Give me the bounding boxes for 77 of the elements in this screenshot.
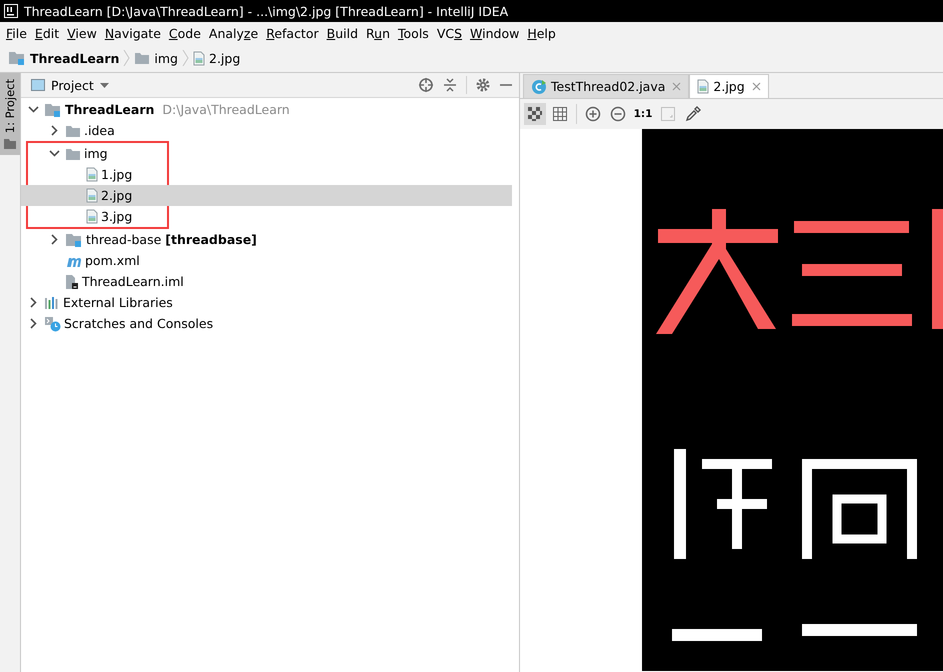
chevron-right-icon[interactable]: [50, 234, 58, 245]
tree-row[interactable]: img: [21, 143, 512, 164]
tree-label: 2.jpg: [101, 188, 132, 203]
menu-item[interactable]: Navigate: [100, 26, 165, 40]
tree-label: img: [84, 146, 108, 161]
tree-label: pom.xml: [85, 253, 140, 268]
chevron-separator-icon: [182, 50, 189, 66]
tree-row[interactable]: .idea: [21, 120, 519, 141]
tree-row[interactable]: ThreadLearn.iml: [21, 271, 519, 292]
folder-module-icon: [44, 102, 62, 118]
menu-item[interactable]: Help: [523, 26, 560, 40]
menu-item[interactable]: Run: [362, 26, 394, 40]
scratch-clock-icon: [44, 316, 61, 332]
close-icon[interactable]: [752, 82, 761, 91]
menu-item[interactable]: View: [63, 26, 101, 40]
breadcrumb-item[interactable]: 2.jpg: [193, 50, 240, 66]
tree-label: thread-base [threadbase]: [86, 232, 257, 247]
collapse-all-icon[interactable]: [442, 77, 458, 93]
settings-icon[interactable]: [475, 77, 491, 93]
folder-icon: [4, 139, 16, 150]
menu-item[interactable]: Code: [164, 26, 205, 40]
tree-label: ThreadLearn.iml: [82, 274, 184, 289]
image-file-icon: [86, 188, 98, 203]
image-file-icon: [86, 167, 98, 182]
tree-row[interactable]: 1.jpg: [21, 164, 512, 185]
folder-icon: [65, 124, 81, 138]
editor-tab[interactable]: 2.jpg: [689, 74, 769, 98]
tree-row[interactable]: Scratches and Consoles: [21, 313, 519, 334]
actual-size-button[interactable]: 1:1: [632, 103, 654, 125]
chevron-separator-icon: [123, 50, 130, 66]
menu-item[interactable]: Edit: [30, 26, 64, 40]
window-icon: [31, 79, 45, 91]
menu-item[interactable]: Tools: [394, 26, 433, 40]
chevron-right-icon[interactable]: [30, 318, 36, 329]
tree-label: ThreadLearn: [65, 102, 154, 117]
chevron-right-icon[interactable]: [30, 297, 36, 308]
locate-icon[interactable]: [418, 77, 434, 93]
image-file-icon: [697, 79, 710, 94]
image-file-icon: [193, 50, 205, 66]
folder-module-icon: [8, 50, 26, 66]
folder-module-icon: [65, 232, 83, 248]
tree-row[interactable]: pom.xml: [21, 250, 519, 271]
dropdown-arrow-icon: [100, 82, 109, 88]
tree-label: .idea: [84, 123, 115, 138]
image-file-icon: [86, 209, 98, 224]
tree-label: External Libraries: [63, 295, 173, 310]
side-panel-tab[interactable]: 1: Project: [0, 73, 20, 156]
menu-item[interactable]: Build: [322, 26, 362, 40]
tree-row[interactable]: 3.jpg: [21, 206, 512, 227]
breadcrumb-item[interactable]: ThreadLearn: [8, 50, 120, 66]
editor-tab[interactable]: TestThread02.java: [523, 74, 690, 98]
chevron-down-icon[interactable]: [28, 106, 38, 113]
module-file-icon: [65, 274, 79, 290]
folder-icon: [65, 146, 81, 160]
tree-label: 3.jpg: [101, 209, 132, 224]
tree-row[interactable]: ThreadLearn D:\Java\ThreadLearn: [21, 99, 519, 120]
chessboard-icon[interactable]: [524, 103, 546, 125]
class-file-icon: [531, 78, 547, 94]
bookshelf-icon: [44, 296, 60, 310]
tree-row[interactable]: External Libraries: [21, 292, 519, 313]
path-hint: D:\Java\ThreadLearn: [162, 102, 290, 117]
menu-item[interactable]: Refactor: [262, 26, 323, 40]
tree-row[interactable]: 2.jpg: [21, 185, 512, 206]
tree-row[interactable]: thread-base [threadbase]: [21, 229, 519, 250]
breadcrumb-item[interactable]: img: [134, 50, 178, 66]
menu-item[interactable]: File: [2, 26, 31, 40]
window-title: ThreadLearn [D:\Java\ThreadLearn] - ...\img\2.jpg [ThreadLearn] - IntelliJ IDEA: [24, 4, 508, 18]
folder-icon: [134, 51, 150, 65]
tree-label: Scratches and Consoles: [64, 316, 214, 331]
tree-label: 1.jpg: [101, 167, 132, 182]
menu-item[interactable]: VCS: [432, 26, 466, 40]
chevron-right-icon[interactable]: [50, 125, 58, 136]
menu-item[interactable]: Analyze: [204, 26, 262, 40]
chevron-down-icon[interactable]: [48, 150, 60, 157]
project-view-button[interactable]: Project: [31, 78, 109, 92]
menu-item[interactable]: Window: [466, 26, 524, 40]
app-logo-icon: [4, 4, 18, 18]
